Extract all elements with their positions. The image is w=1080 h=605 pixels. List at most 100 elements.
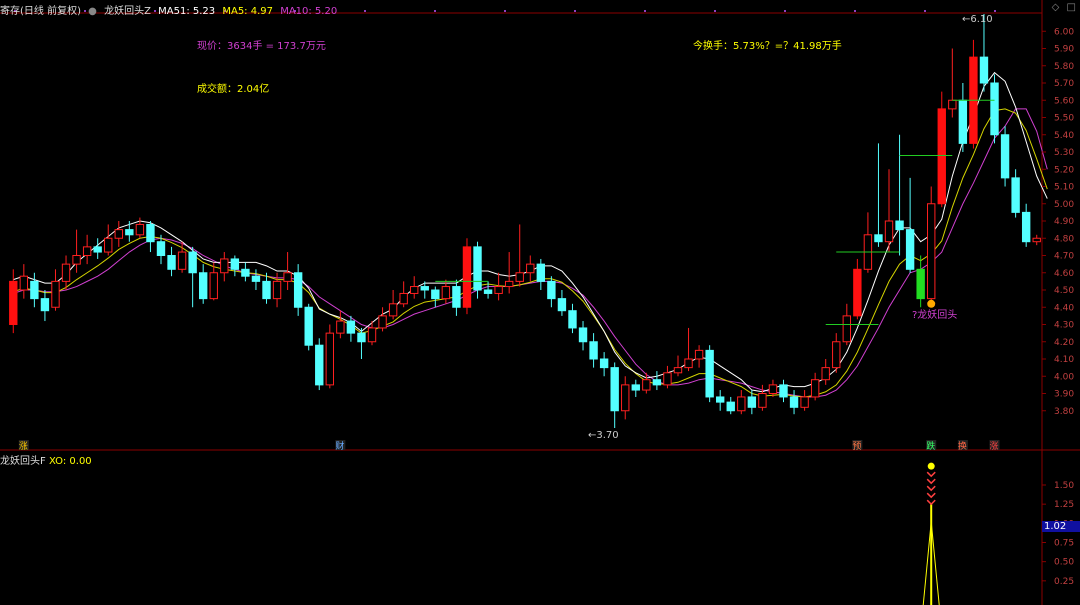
candle-body — [283, 272, 292, 282]
price-tick-label: 3.80 — [1054, 407, 1074, 417]
candle-body — [199, 272, 208, 300]
candle-body — [895, 220, 904, 231]
candle-body — [315, 344, 324, 386]
event-marker-label: 涨 — [19, 441, 28, 452]
candle-body — [262, 280, 271, 300]
price-tick-label: 5.00 — [1054, 200, 1074, 210]
candle-body — [241, 268, 250, 277]
price-tick-label: 5.10 — [1054, 183, 1074, 193]
window-controls: ◇ □ — [1048, 2, 1076, 13]
price-tick-label: 5.20 — [1054, 165, 1074, 175]
candle-body — [188, 251, 197, 274]
chart-header: 寄存(日线 前复权) ● 龙妖回头Z MA51: 5.23 MA5: 4.97 … — [0, 2, 341, 17]
candle-body — [30, 280, 39, 300]
top-dot — [644, 10, 646, 12]
low-price-label: ←3.70 — [588, 430, 619, 441]
candle-body — [716, 396, 725, 403]
candle-body — [441, 286, 451, 300]
candle-body — [483, 289, 493, 294]
candle-body — [293, 272, 303, 308]
event-marker-label: 预 — [852, 441, 861, 452]
candle-body — [230, 258, 240, 270]
candle-body — [758, 393, 767, 408]
candle-body — [177, 251, 187, 270]
volume-annotation: 成交额：2.04亿 — [197, 84, 270, 95]
candle-body — [1000, 134, 1010, 179]
candle-body — [462, 246, 472, 308]
indicator-name[interactable]: 龙妖回头Z — [104, 6, 151, 17]
price-tick-label: 5.40 — [1054, 131, 1074, 141]
square-icon[interactable]: □ — [1067, 2, 1076, 13]
top-dot — [504, 10, 506, 12]
candle-body — [367, 327, 377, 343]
candle-body — [420, 286, 429, 291]
candle-body — [800, 396, 809, 408]
candle-body — [251, 275, 261, 282]
candle-body — [694, 349, 704, 360]
candle-body — [209, 272, 218, 300]
top-dot — [364, 10, 366, 12]
candle-body — [304, 306, 313, 346]
price-tick-label: 5.50 — [1054, 114, 1074, 124]
price-tick-label: 4.90 — [1054, 217, 1074, 227]
candle-body — [410, 286, 419, 294]
candle-body — [874, 234, 883, 243]
pattern-label: ?龙妖回头 — [912, 310, 958, 321]
ma5-value: MA5: 4.97 — [222, 6, 273, 17]
candle-body — [431, 289, 440, 300]
candle-body — [1021, 211, 1031, 243]
candle-body — [842, 315, 851, 343]
candle-body — [220, 258, 229, 274]
candle-body — [346, 320, 356, 334]
event-marker-label: 涨 — [990, 441, 999, 452]
candle-body — [705, 349, 714, 398]
candle-body — [72, 255, 81, 265]
candle-body — [40, 298, 50, 312]
kline-chart[interactable]: 3.80 3.90 4.00 4.10 4.20 4.30 4.40 4.50 4.60 4.70… — [0, 0, 1080, 605]
candle-body — [726, 401, 735, 412]
top-dot — [784, 10, 786, 12]
candle-body — [937, 108, 946, 205]
top-dot — [714, 10, 716, 12]
candle-body — [114, 229, 123, 239]
candle-body — [652, 379, 662, 386]
candle-body — [156, 241, 166, 256]
top-dot — [924, 10, 926, 12]
candle-body — [388, 303, 398, 317]
candle-body — [768, 384, 778, 394]
diamond-icon[interactable]: ◇ — [1052, 2, 1060, 13]
candle-body — [557, 298, 567, 312]
candle-body — [452, 286, 461, 308]
candle-body — [916, 268, 925, 300]
candle-body — [779, 384, 788, 398]
stock-name[interactable]: 寄存(日线 前复权) — [0, 6, 81, 17]
candle-body — [515, 272, 524, 282]
candle-body — [167, 255, 176, 270]
candle-body — [1011, 177, 1020, 213]
top-dot — [854, 10, 856, 12]
candle-body — [599, 358, 609, 369]
candle-body — [747, 396, 757, 408]
top-dot — [994, 10, 996, 12]
sub-panel-title[interactable]: 龙妖回头F — [0, 456, 46, 467]
high-price-label: ←6.10 — [962, 14, 993, 25]
candle-body — [979, 56, 989, 84]
candle-body — [61, 263, 71, 282]
candle-body — [642, 379, 651, 391]
candle-body — [146, 223, 155, 243]
price-annotation: 现价：3634手 = 173.7万元 — [197, 41, 326, 52]
candle-body — [810, 379, 820, 398]
candle-body — [399, 292, 408, 305]
top-dot — [434, 10, 436, 12]
sub-tick-label: 0.50 — [1054, 558, 1074, 568]
candle-body — [589, 341, 598, 360]
candle-body — [663, 372, 672, 386]
sub-tick-label: 1.50 — [1054, 481, 1074, 491]
price-tick-label: 4.40 — [1054, 303, 1074, 313]
candle-body — [104, 237, 113, 253]
candle-body — [135, 223, 145, 236]
price-tick-label: 5.90 — [1054, 45, 1074, 55]
price-tick-label: 4.80 — [1054, 234, 1074, 244]
candle-body — [948, 99, 957, 110]
candle-body — [272, 280, 282, 300]
